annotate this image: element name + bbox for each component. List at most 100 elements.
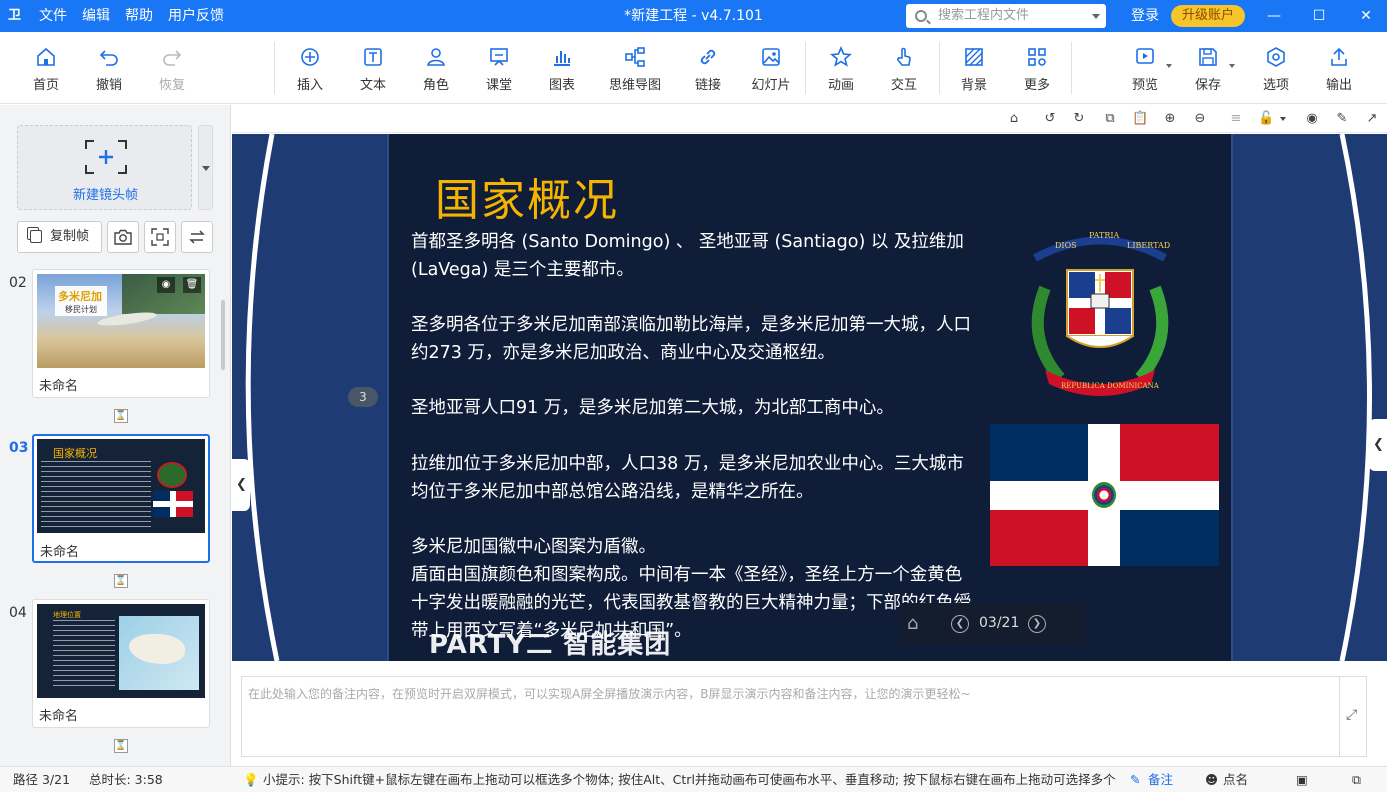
- more-label: 更多: [1023, 78, 1050, 93]
- notes-expand-button[interactable]: ⤢: [1340, 676, 1367, 757]
- swap-button[interactable]: [181, 221, 213, 253]
- slide-thumbnail-03[interactable]: 国家概况 未命名: [32, 434, 210, 563]
- export-button[interactable]: 输出: [1309, 46, 1369, 93]
- user-icon[interactable]: ☻: [1205, 767, 1218, 792]
- text-button[interactable]: 文本: [343, 46, 403, 93]
- slide-content[interactable]: 国家概况 首都圣多明各 (Santo Domingo) 、 圣地亚哥 (Sant…: [387, 134, 1233, 661]
- chevron-left-icon: ❮: [236, 477, 247, 492]
- home-icon[interactable]: ⌂: [907, 613, 918, 634]
- export-image-icon[interactable]: ↗: [1364, 111, 1380, 127]
- collapse-right-button[interactable]: ❮: [1369, 419, 1387, 471]
- interaction-button[interactable]: 交互: [874, 46, 934, 93]
- zoom-in-icon[interactable]: ⊕: [1162, 111, 1178, 127]
- zoom-out-icon[interactable]: ⊖: [1192, 111, 1208, 127]
- image-edit-icon[interactable]: ✎: [1334, 111, 1350, 127]
- menu-edit[interactable]: 编辑: [82, 0, 110, 32]
- slide-paragraph[interactable]: 多米尼加国徽中心图案为盾徽。: [411, 533, 971, 561]
- menu-help[interactable]: 帮助: [125, 0, 153, 32]
- trash-icon[interactable]: 🗑: [183, 277, 201, 293]
- mindmap-button[interactable]: 思维导图: [605, 46, 665, 93]
- screenshot-icon[interactable]: ◉: [1304, 111, 1320, 127]
- link-button[interactable]: 链接: [678, 46, 738, 93]
- transition-icon[interactable]: ⌛: [114, 739, 128, 753]
- undo-icon: [99, 50, 118, 66]
- grid-icon: [1028, 48, 1046, 66]
- toolbar-divider: [939, 42, 940, 94]
- preview-button[interactable]: 预览: [1115, 46, 1175, 93]
- slide-paragraph[interactable]: 首都圣多明各 (Santo Domingo) 、 圣地亚哥 (Santiago)…: [411, 228, 971, 284]
- thumb-subtitle: 移民计划: [65, 305, 97, 314]
- canvas-home-icon[interactable]: ⌂: [1006, 111, 1022, 127]
- slide-thumbnail-04[interactable]: 地理位置 未命名: [32, 599, 210, 728]
- transition-icon[interactable]: ⌛: [114, 574, 128, 588]
- chevron-down-icon[interactable]: [1092, 14, 1100, 19]
- next-page-icon[interactable]: ❯: [1028, 615, 1046, 633]
- undo-button[interactable]: 撤销: [79, 46, 139, 93]
- insert-button[interactable]: 插入: [280, 46, 340, 93]
- eye-icon[interactable]: ◉: [157, 277, 175, 293]
- window-icon[interactable]: ⧉: [1352, 767, 1361, 792]
- notes-icon[interactable]: ✎: [1130, 767, 1140, 792]
- slide-thumbnail-02[interactable]: 多米尼加 移民计划 ◉ 🗑 未命名: [32, 269, 210, 398]
- classroom-label: 课堂: [485, 78, 512, 93]
- fit-frame-button[interactable]: [144, 221, 176, 253]
- screen-icon[interactable]: ▣: [1296, 767, 1308, 792]
- slide-number: 02: [9, 275, 27, 291]
- redo-icon: [163, 50, 182, 66]
- thumb-title: 国家概况: [53, 447, 97, 460]
- search-input[interactable]: 搜索工程内文件: [906, 4, 1106, 28]
- character-icon: [427, 48, 445, 66]
- camera-button[interactable]: [107, 221, 139, 253]
- prev-page-icon[interactable]: ❮: [951, 615, 969, 633]
- upgrade-button[interactable]: 升级账户: [1171, 5, 1245, 27]
- slideshow-label: 幻灯片: [751, 78, 791, 93]
- coat-of-arms-image[interactable]: DIOS PATRIA LIBERTAD REPUBLICA DOMINICAN…: [1015, 228, 1185, 403]
- slide-paragraph[interactable]: 圣多明各位于多米尼加南部滨临加勒比海岸，是多米尼加第一大城，人口约273 万，亦…: [411, 311, 971, 367]
- swap-icon: [189, 229, 205, 244]
- notes-toggle-button[interactable]: 备注: [1148, 767, 1173, 792]
- character-button[interactable]: 角色: [406, 46, 466, 93]
- chart-button[interactable]: 图表: [532, 46, 592, 93]
- copy-icon[interactable]: ⧉: [1102, 111, 1118, 127]
- panel-scrollbar[interactable]: [221, 300, 225, 370]
- slide-frame-badge[interactable]: 3: [348, 387, 378, 407]
- rotate-right-icon[interactable]: ↻: [1071, 111, 1087, 127]
- slide-paragraph[interactable]: 拉维加位于多米尼加中部，人口38 万，是多米尼加农业中心。三大城市均位于多米尼加…: [411, 450, 971, 506]
- transition-icon[interactable]: ⌛: [114, 409, 128, 423]
- close-icon[interactable]: ✕: [1356, 6, 1376, 26]
- thumb-title: 多米尼加: [58, 290, 102, 303]
- save-dropdown-icon[interactable]: [1229, 64, 1235, 68]
- preview-dropdown-icon[interactable]: [1166, 64, 1172, 68]
- classroom-button[interactable]: 课堂: [469, 46, 529, 93]
- slide-title[interactable]: 国家概况: [435, 164, 619, 228]
- options-button[interactable]: 选项: [1246, 46, 1306, 93]
- more-button[interactable]: 更多: [1007, 46, 1067, 93]
- rotate-left-icon[interactable]: ↺: [1042, 111, 1058, 127]
- redo-button[interactable]: 恢复: [142, 46, 202, 93]
- slideshow-button[interactable]: 幻灯片: [741, 46, 801, 93]
- dominican-flag-image[interactable]: [990, 424, 1219, 566]
- rollcall-button[interactable]: 点名: [1223, 767, 1248, 792]
- align-icon[interactable]: ≡: [1228, 111, 1244, 127]
- animation-button[interactable]: 动画: [811, 46, 871, 93]
- home-button[interactable]: 首页: [16, 46, 76, 93]
- menu-feedback[interactable]: 用户反馈: [168, 0, 224, 32]
- slide-paragraph[interactable]: 圣地亚哥人口91 万，是多米尼加第二大城，为北部工商中心。: [411, 394, 971, 422]
- slide-list-panel: 新建镜头帧 复制帧 02 多米尼加 移民计划 ◉ 🗑 未命名 ⌛ 03 国家概况…: [0, 105, 231, 766]
- minimize-icon[interactable]: —: [1264, 6, 1284, 26]
- background-button[interactable]: 背景: [944, 46, 1004, 93]
- copy-frame-button[interactable]: 复制帧: [17, 221, 102, 253]
- lock-icon[interactable]: 🔓: [1258, 111, 1274, 127]
- editing-canvas[interactable]: ❮ ❮ 3 国家概况 首都圣多明各 (Santo Domingo) 、 圣地亚哥…: [232, 134, 1387, 661]
- notes-textarea[interactable]: 在此处输入您的备注内容，在预览时开启双屏模式，可以实现A屏全屏播放演示内容，B屏…: [241, 676, 1340, 757]
- save-button[interactable]: 保存: [1178, 46, 1238, 93]
- menu-file[interactable]: 文件: [39, 0, 67, 32]
- save-label: 保存: [1194, 78, 1221, 93]
- maximize-icon[interactable]: ☐: [1309, 6, 1329, 26]
- new-frame-button[interactable]: 新建镜头帧: [17, 125, 192, 210]
- new-frame-dropdown[interactable]: [198, 125, 213, 210]
- lock-dropdown-icon[interactable]: [1280, 117, 1286, 121]
- login-button[interactable]: 登录: [1131, 0, 1159, 32]
- paste-icon[interactable]: 📋: [1132, 111, 1148, 127]
- collapse-left-button[interactable]: ❮: [232, 459, 250, 511]
